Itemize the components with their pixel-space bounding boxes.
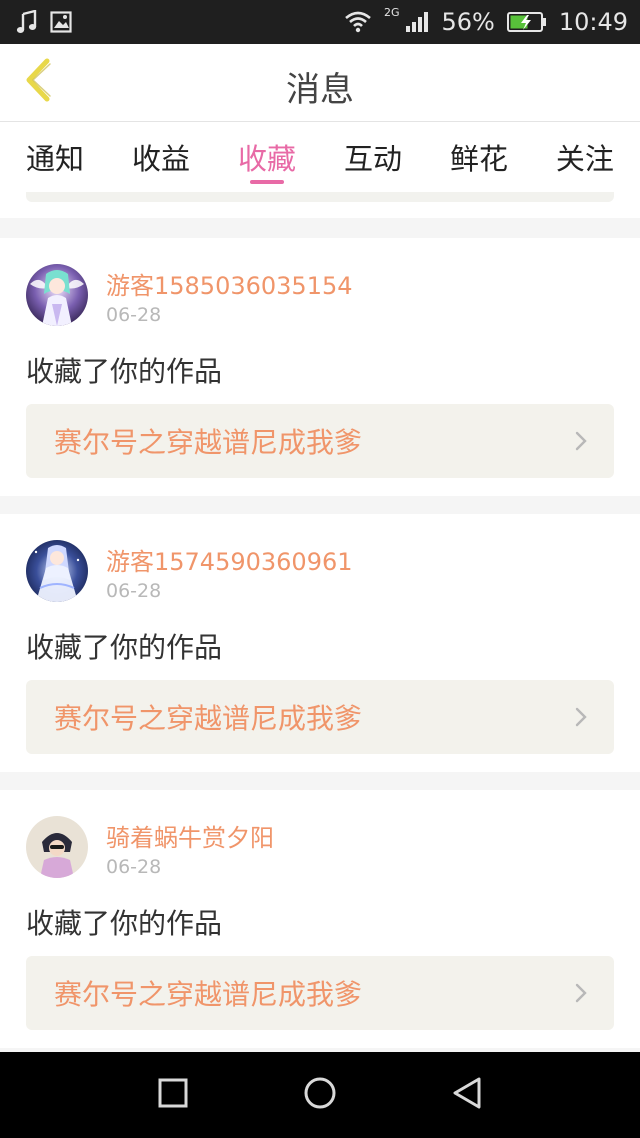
- wifi-icon: [344, 11, 372, 33]
- username[interactable]: 骑着蜗牛赏夕阳: [106, 818, 274, 853]
- system-nav-bar: [0, 1052, 640, 1138]
- work-link[interactable]: 赛尔号之穿越谱尼成我爹: [26, 404, 614, 478]
- battery-percent: 56%: [441, 8, 495, 36]
- message-date: 06-28: [106, 580, 162, 602]
- recent-apps-icon: [158, 1078, 188, 1112]
- chevron-right-icon: [574, 430, 588, 452]
- partial-work-link: [26, 192, 614, 202]
- message-card: 游客1574590360961 06-28 收藏了你的作品 赛尔号之穿越谱尼成我…: [0, 514, 640, 772]
- nav-back-button[interactable]: [437, 1065, 497, 1125]
- status-left: [16, 10, 72, 34]
- tab-notifications[interactable]: 通知: [26, 122, 84, 192]
- avatar[interactable]: [26, 264, 88, 326]
- message-card: 游客1585036035154 06-28 收藏了你的作品 赛尔号之穿越谱尼成我…: [0, 238, 640, 496]
- work-title: 赛尔号之穿越谱尼成我爹: [54, 702, 363, 735]
- message-card: 骑着蜗牛赏夕阳 06-28 收藏了你的作品 赛尔号之穿越谱尼成我爹: [0, 790, 640, 1048]
- home-button[interactable]: [290, 1065, 350, 1125]
- action-text: 收藏了你的作品: [26, 355, 223, 388]
- back-icon: [451, 1076, 483, 1114]
- action-text: 收藏了你的作品: [26, 631, 223, 664]
- tab-favorites[interactable]: 收藏: [238, 122, 296, 192]
- work-title: 赛尔号之穿越谱尼成我爹: [54, 978, 363, 1011]
- tab-bar: 通知 收益 收藏 互动 鲜花 关注: [0, 122, 640, 192]
- message-date: 06-28: [106, 304, 162, 326]
- clock: 10:49: [558, 8, 628, 36]
- tab-earnings[interactable]: 收益: [132, 122, 190, 192]
- work-link[interactable]: 赛尔号之穿越谱尼成我爹: [26, 956, 614, 1030]
- page-title: 消息: [286, 70, 354, 110]
- username[interactable]: 游客1574590360961: [106, 542, 353, 577]
- home-icon: [303, 1076, 337, 1114]
- action-text: 收藏了你的作品: [26, 907, 223, 940]
- avatar[interactable]: [26, 816, 88, 878]
- tab-follows[interactable]: 关注: [556, 122, 614, 192]
- chevron-right-icon: [574, 706, 588, 728]
- work-title: 赛尔号之穿越谱尼成我爹: [54, 426, 363, 459]
- work-link[interactable]: 赛尔号之穿越谱尼成我爹: [26, 680, 614, 754]
- partial-message-card: [0, 192, 640, 218]
- tab-interactions[interactable]: 互动: [344, 122, 402, 192]
- app-header: 消息: [0, 44, 640, 122]
- message-list[interactable]: 游客1585036035154 06-28 收藏了你的作品 赛尔号之穿越谱尼成我…: [0, 192, 640, 1052]
- status-bar: 2G 56% 10:49: [0, 0, 640, 44]
- chevron-right-icon: [574, 982, 588, 1004]
- tab-flowers[interactable]: 鲜花: [450, 122, 508, 192]
- message-date: 06-28: [106, 856, 162, 878]
- status-right: 2G 56% 10:49: [344, 5, 628, 36]
- battery-icon: [506, 11, 547, 33]
- network-type: 2G: [383, 5, 400, 19]
- recent-apps-button[interactable]: [143, 1065, 203, 1125]
- signal-icon: [405, 11, 429, 33]
- image-icon: [50, 11, 72, 33]
- username[interactable]: 游客1585036035154: [106, 266, 353, 301]
- avatar[interactable]: [26, 540, 88, 602]
- music-icon: [16, 10, 38, 34]
